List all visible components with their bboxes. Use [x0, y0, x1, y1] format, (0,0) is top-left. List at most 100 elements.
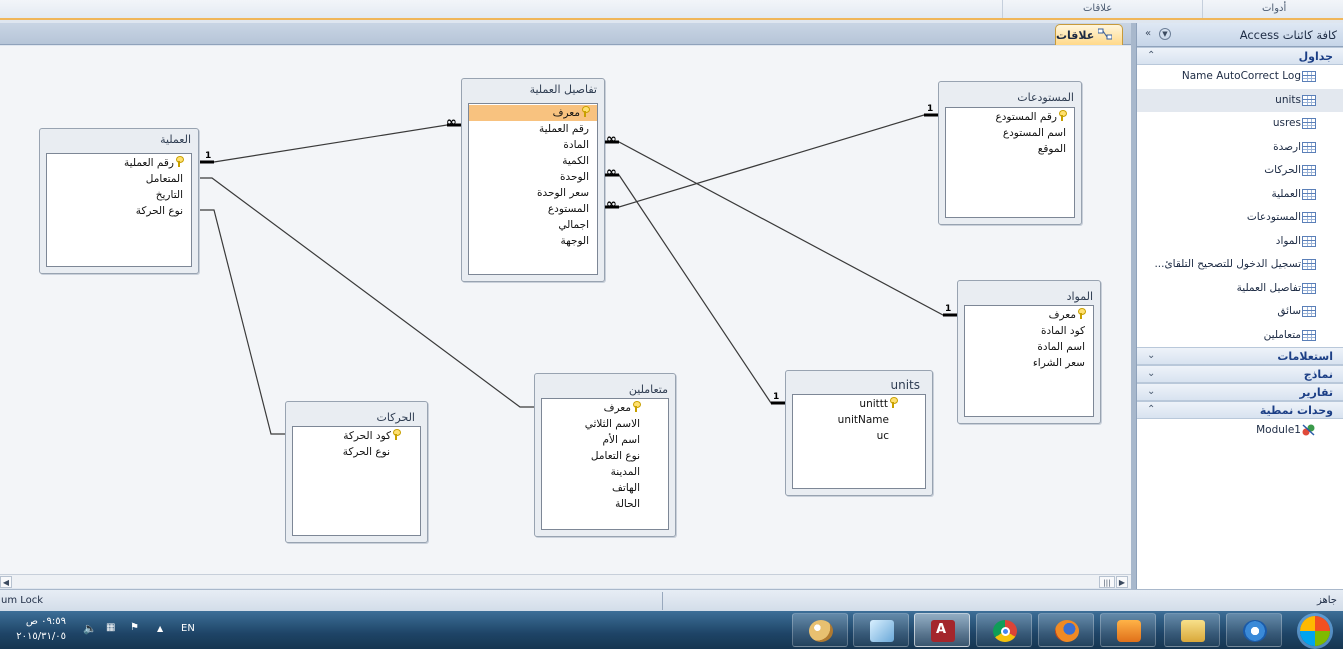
field-list[interactable]: unittt unitName uc	[792, 394, 926, 489]
field-row[interactable]: رقم العملية	[47, 155, 191, 171]
nav-group-modules[interactable]: ⌃ وحدات نمطية	[1137, 400, 1343, 419]
action-center-flag-icon[interactable]: ⚑	[130, 622, 139, 633]
table-title[interactable]: العملية	[160, 133, 191, 146]
field-list[interactable]: معرف الاسم الثلاثي اسم الأم نوع التعامل …	[541, 398, 669, 530]
table-title[interactable]: units	[890, 378, 920, 392]
nav-group-forms[interactable]: ⌄ نماذج	[1137, 364, 1343, 383]
access-icon[interactable]: A	[914, 613, 970, 647]
media-player-icon[interactable]	[1100, 613, 1156, 647]
field-row[interactable]: سعر الوحدة	[469, 185, 597, 201]
ribbon-relations-label[interactable]: علاقات	[1083, 3, 1112, 14]
field-row[interactable]: التاريخ	[47, 187, 191, 203]
relationships-canvas[interactable]: العملية رقم العملية المتعامل التاريخ نوع…	[0, 46, 1131, 574]
table-title[interactable]: المستودعات	[1017, 91, 1074, 104]
nav-item-table[interactable]: تسجيل الدخول للتصحيح التلقائ...	[1137, 253, 1343, 277]
field-row[interactable]: الكمية	[469, 153, 597, 169]
scroll-right-icon[interactable]: ▶	[1116, 576, 1128, 588]
scroll-thumb[interactable]: |||	[1099, 576, 1115, 588]
field-list[interactable]: كود الحركة نوع الحركة	[292, 426, 421, 536]
horizontal-scrollbar[interactable]: ◀ ||| ▶	[0, 574, 1131, 588]
scroll-left-icon[interactable]: ◀	[0, 576, 12, 588]
field-row[interactable]: اسم الأم	[542, 432, 668, 448]
ribbon-tools-label[interactable]: أدوات	[1262, 3, 1286, 14]
field-row[interactable]: الوحدة	[469, 169, 597, 185]
nav-group-queries[interactable]: ⌄ استعلامات	[1137, 346, 1343, 365]
table-window-amaliya[interactable]: العملية رقم العملية المتعامل التاريخ نوع…	[39, 128, 199, 274]
table-title[interactable]: تفاصيل العملية	[530, 83, 597, 96]
nav-item-table[interactable]: العملية	[1137, 183, 1343, 207]
nav-item-table[interactable]: ارصدة	[1137, 136, 1343, 160]
start-orb-icon[interactable]	[1288, 613, 1343, 647]
field-row-selected[interactable]: معرف	[469, 105, 597, 121]
nav-group-tables[interactable]: ⌃ جداول	[1137, 47, 1343, 65]
language-indicator[interactable]: EN	[181, 623, 195, 634]
table-window-tafasil[interactable]: تفاصيل العملية معرف رقم العملية المادة ا…	[461, 78, 605, 282]
tab-relationships[interactable]: علاقات	[1055, 24, 1123, 45]
notepad-icon[interactable]	[853, 613, 909, 647]
field-row[interactable]: المتعامل	[47, 171, 191, 187]
field-row[interactable]: المستودع	[469, 201, 597, 217]
field-list[interactable]: رقم العملية المتعامل التاريخ نوع الحركة	[46, 153, 192, 267]
nav-item-table[interactable]: سائق	[1137, 300, 1343, 324]
table-title[interactable]: المواد	[1067, 290, 1093, 303]
field-row[interactable]: الهاتف	[542, 480, 668, 496]
field-list[interactable]: معرف كود المادة اسم المادة سعر الشراء	[964, 305, 1094, 417]
field-row[interactable]: الحالة	[542, 496, 668, 512]
field-row[interactable]: رقم المستودع	[946, 109, 1074, 125]
nav-pane-title[interactable]: كافة كائنات Access	[1240, 28, 1337, 42]
table-window-mawad[interactable]: المواد معرف كود المادة اسم المادة سعر ال…	[957, 280, 1101, 424]
taskbar-clock[interactable]: ٠٩:٥٩ ص ٢٠١٥/٣١/٠٥	[4, 614, 66, 644]
field-list[interactable]: رقم المستودع اسم المستودع الموقع	[945, 107, 1075, 218]
field-list[interactable]: معرف رقم العملية المادة الكمية الوحدة سع…	[468, 103, 598, 275]
file-explorer-icon[interactable]	[1164, 613, 1220, 647]
nav-item-table[interactable]: الحركات	[1137, 159, 1343, 183]
chevron-down-icon[interactable]: ▼	[1159, 28, 1171, 40]
field-row[interactable]: uc	[793, 428, 925, 444]
chrome-icon[interactable]	[976, 613, 1032, 647]
nav-item-module[interactable]: Module1	[1137, 419, 1343, 443]
nav-pane-header[interactable]: « ▼ كافة كائنات Access	[1137, 23, 1343, 47]
nav-item-table[interactable]: usres	[1137, 112, 1343, 136]
table-title[interactable]: الحركات	[376, 411, 415, 424]
field-row[interactable]: unittt	[793, 396, 925, 412]
table-title[interactable]: متعاملين	[629, 383, 668, 396]
table-window-mustawdaat[interactable]: المستودعات رقم المستودع اسم المستودع الم…	[938, 81, 1082, 225]
volume-icon[interactable]: 🔈	[83, 622, 97, 635]
field-row[interactable]: رقم العملية	[469, 121, 597, 137]
nav-item-table[interactable]: Name AutoCorrect Log	[1137, 65, 1343, 89]
field-row[interactable]: المادة	[469, 137, 597, 153]
field-row[interactable]: كود المادة	[965, 323, 1093, 339]
show-hidden-icons-icon[interactable]: ▲	[157, 624, 163, 633]
field-row[interactable]: كود الحركة	[293, 428, 420, 444]
field-row[interactable]: معرف	[542, 400, 668, 416]
field-row[interactable]: اجمالي	[469, 217, 597, 233]
nav-item-table[interactable]: متعاملين	[1137, 324, 1343, 347]
field-row[interactable]: نوع التعامل	[542, 448, 668, 464]
field-row[interactable]: نوع الحركة	[293, 444, 420, 460]
field-row[interactable]: سعر الشراء	[965, 355, 1093, 371]
paint-icon[interactable]	[792, 613, 848, 647]
internet-explorer-icon[interactable]	[1226, 613, 1282, 647]
collapse-pane-icon[interactable]: «	[1141, 27, 1155, 41]
nav-group-reports[interactable]: ⌄ تقارير	[1137, 382, 1343, 401]
nav-item-table[interactable]: المواد	[1137, 230, 1343, 254]
field-row[interactable]: الموقع	[946, 141, 1074, 157]
field-row[interactable]: معرف	[965, 307, 1093, 323]
status-separator	[662, 592, 663, 610]
firefox-icon[interactable]	[1038, 613, 1094, 647]
field-row[interactable]: unitName	[793, 412, 925, 428]
field-row[interactable]: الاسم الثلاثي	[542, 416, 668, 432]
field-row[interactable]: اسم المادة	[965, 339, 1093, 355]
nav-item-table[interactable]: تفاصيل العملية	[1137, 277, 1343, 301]
nav-item-table[interactable]: المستودعات	[1137, 206, 1343, 230]
field-row[interactable]: المدينة	[542, 464, 668, 480]
table-window-harakat[interactable]: الحركات كود الحركة نوع الحركة	[285, 401, 428, 543]
field-row[interactable]: الوجهة	[469, 233, 597, 249]
field-row[interactable]: اسم المستودع	[946, 125, 1074, 141]
table-window-mutaamilin[interactable]: متعاملين معرف الاسم الثلاثي اسم الأم نوع…	[534, 373, 676, 537]
table-icon	[1302, 212, 1316, 223]
table-window-units[interactable]: units unittt unitName uc	[785, 370, 933, 496]
nav-item-table[interactable]: units	[1137, 88, 1343, 112]
field-row[interactable]: نوع الحركة	[47, 203, 191, 219]
network-icon[interactable]: ▦	[106, 622, 115, 633]
